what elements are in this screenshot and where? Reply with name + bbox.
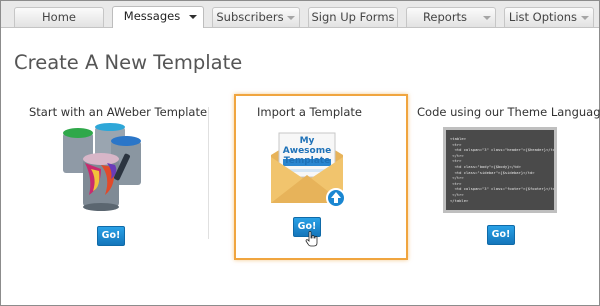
page-title: Create A New Template — [14, 51, 243, 74]
chevron-down-icon[interactable] — [287, 16, 295, 20]
tab-reports-label: Reports — [422, 10, 468, 24]
chevron-down-icon[interactable] — [483, 16, 491, 20]
chevron-down-icon[interactable] — [189, 15, 197, 19]
hand-cursor-icon — [305, 231, 318, 247]
tab-messages[interactable]: Messages — [112, 6, 204, 28]
code-line: </table> — [450, 197, 469, 203]
code-sample: <table> <tr> <td colspan="3" class="head… — [446, 130, 554, 210]
tab-messages-label: Messages — [123, 9, 181, 23]
tab-list-options-label: List Options — [508, 10, 578, 24]
tab-home-label: Home — [42, 10, 76, 24]
aweber-template-title: Start with an AWeber Template — [29, 105, 208, 119]
envelope-card-text: My Awesome Template — [282, 136, 332, 166]
tab-reports[interactable]: Reports — [406, 7, 496, 27]
chevron-down-icon[interactable] — [581, 16, 589, 20]
tab-list-options[interactable]: List Options — [504, 7, 594, 27]
tab-sign-up-forms[interactable]: Sign Up Forms — [308, 7, 398, 27]
tab-subscribers[interactable]: Subscribers — [212, 7, 300, 27]
column-divider — [208, 107, 209, 239]
go-button-theme-language[interactable]: Go! — [487, 225, 515, 245]
tab-subscribers-label: Subscribers — [216, 10, 284, 24]
theme-language-title: Code using our Theme Language — [417, 105, 600, 119]
code-line: <td colspan="3" class="footer">{$footer}… — [450, 186, 554, 192]
tab-home[interactable]: Home — [14, 7, 104, 27]
tab-sign-up-forms-label: Sign Up Forms — [311, 10, 395, 24]
go-button-aweber-template[interactable]: Go! — [97, 226, 125, 246]
code-screen-icon: <table> <tr> <td colspan="3" class="head… — [443, 127, 557, 213]
top-nav-tabbar: Home Messages Subscribers Sign Up Forms … — [1, 1, 599, 28]
app-frame: Home Messages Subscribers Sign Up Forms … — [0, 0, 600, 306]
paint-cans-icon — [63, 123, 141, 211]
code-line: <td colspan="3" class="header">{$header}… — [450, 147, 554, 153]
